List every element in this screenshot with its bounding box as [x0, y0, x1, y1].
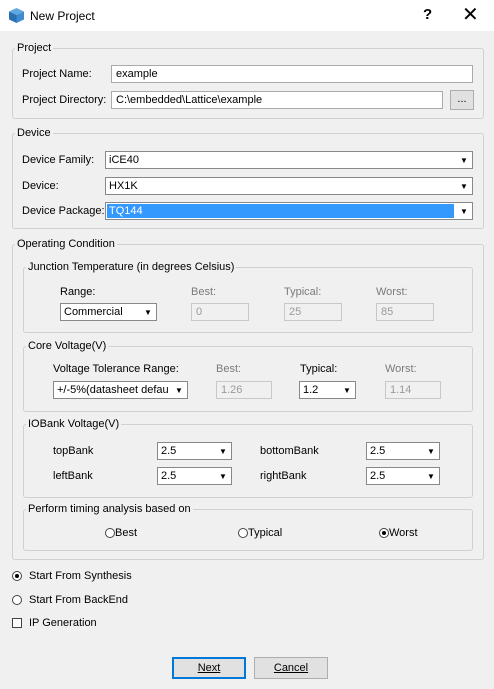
core-best-label: Best:	[216, 363, 242, 375]
range-select[interactable]: Commercial ▼	[60, 303, 157, 321]
rightbank-label: rightBank	[260, 470, 307, 482]
device-select[interactable]: HX1K ▼	[105, 177, 473, 195]
chevron-down-icon: ▼	[460, 155, 468, 165]
core-voltage-group: Core Voltage(V)	[23, 340, 473, 412]
core-worst-input: 1.14	[385, 381, 441, 399]
device-family-value: iCE40	[109, 154, 139, 166]
close-button[interactable]: ✕	[462, 2, 479, 27]
bottombank-select[interactable]: 2.5 ▼	[366, 442, 440, 460]
core-best-input: 1.26	[216, 381, 272, 399]
leftbank-select[interactable]: 2.5 ▼	[157, 467, 232, 485]
timing-typical-label[interactable]: Typical	[248, 527, 282, 539]
browse-button[interactable]: ...	[450, 90, 474, 110]
range-label: Range:	[60, 286, 96, 298]
core-typical-value: 1.2	[303, 384, 319, 396]
topbank-label: topBank	[53, 445, 94, 457]
leftbank-value: 2.5	[161, 470, 177, 482]
core-voltage-legend: Core Voltage(V)	[28, 340, 107, 352]
rightbank-select[interactable]: 2.5 ▼	[366, 467, 440, 485]
next-button[interactable]: Next	[172, 657, 246, 679]
device-value: HX1K	[109, 180, 138, 192]
chevron-down-icon: ▼	[460, 206, 468, 216]
chevron-down-icon: ▼	[427, 471, 435, 481]
device-package-label: Device Package:	[22, 205, 105, 217]
timing-analysis-legend: Perform timing analysis based on	[28, 503, 191, 515]
junction-typical-input: 25	[284, 303, 342, 321]
junction-typical-label: Typical:	[284, 286, 322, 298]
bottombank-value: 2.5	[370, 445, 386, 457]
ip-generation-label[interactable]: IP Generation	[29, 617, 97, 629]
chevron-down-icon: ▼	[460, 181, 468, 191]
device-package-value: TQ144	[107, 204, 454, 218]
iobank-voltage-legend: IOBank Voltage(V)	[28, 418, 120, 430]
help-button[interactable]: ?	[423, 6, 432, 23]
core-typical-select[interactable]: 1.2 ▼	[299, 381, 356, 399]
start-backend-radio[interactable]	[12, 595, 22, 605]
chevron-down-icon: ▼	[219, 471, 227, 481]
chevron-down-icon: ▼	[219, 446, 227, 456]
topbank-value: 2.5	[161, 445, 177, 457]
chevron-down-icon: ▼	[427, 446, 435, 456]
leftbank-label: leftBank	[53, 470, 93, 482]
bottombank-label: bottomBank	[260, 445, 319, 457]
ip-generation-checkbox[interactable]	[12, 618, 22, 628]
voltage-tolerance-label: Voltage Tolerance Range:	[53, 363, 179, 375]
junction-temperature-legend: Junction Temperature (in degrees Celsius…	[28, 261, 235, 273]
device-package-select[interactable]: TQ144 ▼	[105, 202, 473, 220]
voltage-tolerance-value: +/-5%(datasheet defau	[57, 384, 169, 396]
chevron-down-icon: ▼	[144, 307, 152, 317]
app-icon	[9, 8, 24, 23]
timing-best-label[interactable]: Best	[115, 527, 137, 539]
junction-best-input: 0	[191, 303, 249, 321]
junction-worst-label: Worst:	[376, 286, 408, 298]
cancel-button[interactable]: Cancel	[254, 657, 328, 679]
project-name-input[interactable]: example	[111, 65, 473, 83]
timing-typical-radio[interactable]	[238, 528, 248, 538]
timing-worst-label[interactable]: Worst	[389, 527, 418, 539]
project-directory-label: Project Directory:	[22, 94, 107, 106]
project-name-label: Project Name:	[22, 68, 92, 80]
junction-worst-input: 85	[376, 303, 434, 321]
timing-best-radio[interactable]	[105, 528, 115, 538]
rightbank-value: 2.5	[370, 470, 386, 482]
core-worst-label: Worst:	[385, 363, 417, 375]
device-label: Device:	[22, 180, 59, 192]
range-value: Commercial	[64, 306, 123, 318]
device-legend: Device	[17, 127, 51, 139]
start-synthesis-radio[interactable]	[12, 571, 22, 581]
voltage-tolerance-select[interactable]: +/-5%(datasheet defau ▼	[53, 381, 188, 399]
core-typical-label: Typical:	[300, 363, 338, 375]
project-legend: Project	[17, 42, 52, 54]
topbank-select[interactable]: 2.5 ▼	[157, 442, 232, 460]
start-backend-label[interactable]: Start From BackEnd	[29, 594, 128, 606]
chevron-down-icon: ▼	[343, 385, 351, 395]
operating-condition-legend: Operating Condition	[17, 238, 115, 250]
timing-worst-radio[interactable]	[379, 528, 389, 538]
start-synthesis-label[interactable]: Start From Synthesis	[29, 570, 132, 582]
chevron-down-icon: ▼	[175, 385, 183, 395]
device-family-select[interactable]: iCE40 ▼	[105, 151, 473, 169]
junction-best-label: Best:	[191, 286, 217, 298]
title-bar: New Project ? ✕	[0, 0, 494, 31]
window-title: New Project	[30, 9, 95, 23]
project-directory-input[interactable]: C:\embedded\Lattice\example	[111, 91, 443, 109]
device-family-label: Device Family:	[22, 154, 95, 166]
